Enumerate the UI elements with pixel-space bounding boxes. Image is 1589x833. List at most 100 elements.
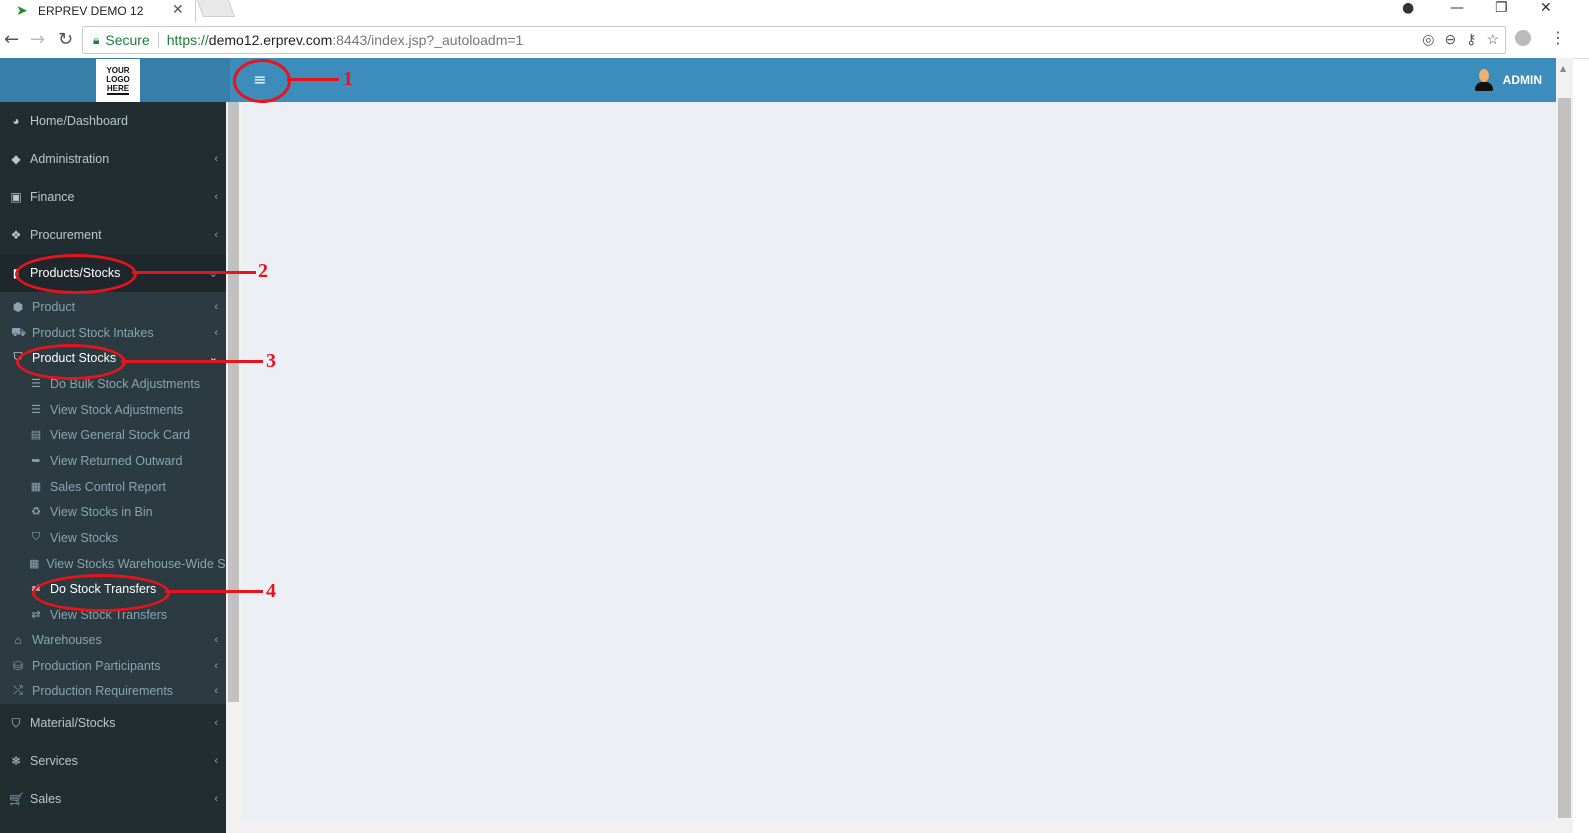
sidebar-item-finance[interactable]: ▣ Finance ‹ bbox=[0, 178, 226, 216]
logo-line: LOGO bbox=[106, 75, 130, 84]
reload-icon[interactable]: ↻ bbox=[58, 29, 73, 50]
annotation-line-3 bbox=[121, 360, 263, 363]
chevron-left-icon: ‹ bbox=[214, 793, 218, 805]
submenu-item-label: View Returned Outward bbox=[50, 453, 183, 468]
user-name: ADMIN bbox=[1502, 73, 1542, 87]
home-icon: ⌂ bbox=[14, 632, 22, 647]
logo-line: YOUR bbox=[106, 66, 130, 75]
submenu-item-label: Production Requirements bbox=[32, 683, 174, 698]
restore-icon[interactable]: ❐ bbox=[1495, 0, 1508, 16]
submenu-item-label: View Stock Adjustments bbox=[50, 402, 184, 417]
submenu-item-production-requirements[interactable]: ⤮ Production Requirements ‹ bbox=[0, 678, 226, 703]
annotation-number-4: 4 bbox=[266, 580, 276, 602]
submenu-item-warehouses[interactable]: ⌂ Warehouses ‹ bbox=[0, 627, 226, 652]
newspaper-icon: ▦ bbox=[30, 481, 42, 493]
sidebar-item-material-stocks[interactable]: ⛉ Material/Stocks ‹ bbox=[0, 704, 226, 742]
submenu-item-view-general-stock-card[interactable]: ▤ View General Stock Card bbox=[0, 422, 226, 447]
truck-icon: ⛟ bbox=[11, 324, 27, 339]
submenu-item-product[interactable]: ⬢ Product ‹ bbox=[0, 294, 226, 319]
cart-icon: 🛒 bbox=[9, 792, 24, 806]
submenu-item-label: View General Stock Card bbox=[50, 427, 191, 442]
chevron-left-icon: ‹ bbox=[214, 191, 218, 203]
submenu-item-label: Product Stock Intakes bbox=[32, 325, 154, 340]
submenu-item-product-stock-intakes[interactable]: ⛟ Product Stock Intakes ‹ bbox=[0, 320, 226, 345]
submenu-item-view-stocks-warehouse-wide-sheet[interactable]: ▦ View Stocks Warehouse-Wide Sheet bbox=[0, 551, 226, 576]
chevron-left-icon: ‹ bbox=[214, 229, 218, 241]
forward-icon[interactable]: → bbox=[30, 29, 45, 50]
annotation-ellipse-3 bbox=[16, 344, 126, 380]
recycle-icon: ♻ bbox=[31, 506, 41, 518]
file-icon: ▤ bbox=[30, 429, 42, 441]
tag-icon: ◆ bbox=[11, 152, 21, 166]
main-content bbox=[241, 102, 1556, 820]
minimize-icon[interactable]: — bbox=[1450, 0, 1464, 16]
annotation-ellipse-4 bbox=[32, 574, 170, 612]
browser-tab[interactable]: ➤ ERPREV DEMO 12 ✕ bbox=[0, 0, 196, 22]
browser-toolbar: ← → ↻ 🔒︎ Secure https:// demo12.erprev.c… bbox=[0, 22, 1589, 59]
erprev-favicon-icon: ➤ bbox=[16, 3, 28, 19]
annotation-number-3: 3 bbox=[266, 350, 276, 372]
submenu-item-label: Warehouses bbox=[32, 632, 102, 647]
exchange-icon: ⇄ bbox=[31, 609, 41, 621]
sidebar-item-home-dashboard[interactable]: ◕ Home/Dashboard bbox=[0, 102, 226, 140]
chevron-left-icon: ‹ bbox=[214, 684, 218, 697]
sidebar-item-sales[interactable]: 🛒 Sales ‹ bbox=[0, 780, 226, 818]
sidebar-item-administration[interactable]: ◆ Administration ‹ bbox=[0, 140, 226, 178]
submenu-item-sales-control-report[interactable]: ▦ Sales Control Report bbox=[0, 474, 226, 499]
submenu-item-label: View Stocks in Bin bbox=[50, 504, 153, 519]
sidebar-item-services[interactable]: ❄ Services ‹ bbox=[0, 742, 226, 780]
submenu-item-label: Production Participants bbox=[32, 658, 161, 673]
sidebar-item-label: Home/Dashboard bbox=[30, 114, 128, 128]
new-tab-button[interactable] bbox=[196, 0, 236, 17]
extension-icon[interactable] bbox=[1515, 30, 1531, 46]
submenu-item-production-participants[interactable]: ⛁ Production Participants ‹ bbox=[0, 653, 226, 678]
user-menu[interactable]: ADMIN bbox=[1474, 69, 1542, 91]
sidebar-scrollbar[interactable] bbox=[226, 102, 241, 833]
scroll-up-icon[interactable]: ▲ bbox=[1560, 64, 1566, 73]
newspaper-icon: ▦ bbox=[29, 558, 40, 570]
sidebar-item-label: Finance bbox=[30, 190, 75, 204]
close-window-icon[interactable]: ✕ bbox=[1540, 0, 1552, 16]
back-icon[interactable]: ← bbox=[4, 29, 19, 50]
bucket-icon: ⛉ bbox=[11, 715, 21, 730]
browser-tab-bar: ➤ ERPREV DEMO 12 ✕ ● — ❐ ✕ bbox=[0, 0, 1589, 22]
chevron-left-icon: ‹ bbox=[214, 153, 218, 165]
submenu-item-view-stocks-in-bin[interactable]: ♻ View Stocks in Bin bbox=[0, 499, 226, 524]
chevron-left-icon: ‹ bbox=[214, 659, 218, 672]
annotation-ellipse-2 bbox=[15, 254, 137, 294]
sidebar-item-label: Services bbox=[30, 754, 78, 768]
share-icon: ➥ bbox=[31, 455, 41, 467]
submenu-item-label: Sales Control Report bbox=[50, 479, 167, 494]
zoom-out-icon[interactable]: ⊖ bbox=[1444, 31, 1456, 48]
submenu-item-view-stocks[interactable]: ⛉ View Stocks bbox=[0, 525, 226, 550]
page-scrollbar[interactable]: ▲ bbox=[1556, 58, 1573, 833]
tasks-icon: ☰ bbox=[31, 404, 41, 416]
sidebar-item-label: Procurement bbox=[30, 228, 102, 242]
cube-icon: ⬢ bbox=[12, 299, 24, 314]
submenu-item-view-returned-outward[interactable]: ➥ View Returned Outward bbox=[0, 448, 226, 473]
bookmark-star-icon[interactable]: ☆ bbox=[1486, 31, 1499, 48]
avatar bbox=[1474, 69, 1493, 91]
sidebar-item-label: Material/Stocks bbox=[30, 716, 116, 730]
sidebar-item-procurement[interactable]: ❖ Procurement ‹ bbox=[0, 216, 226, 254]
annotation-number-2: 2 bbox=[258, 260, 268, 282]
company-logo[interactable]: YOUR LOGO HERE bbox=[96, 59, 140, 102]
chevron-left-icon: ‹ bbox=[214, 717, 218, 729]
lock-icon: 🔒︎ bbox=[93, 32, 100, 47]
profile-icon[interactable]: ● bbox=[1402, 0, 1414, 16]
close-tab-icon[interactable]: ✕ bbox=[172, 2, 184, 18]
submenu-item-label: Product bbox=[32, 299, 76, 314]
sidebar-scrollbar-thumb[interactable] bbox=[228, 102, 239, 702]
browser-menu-icon[interactable]: ⋮ bbox=[1550, 28, 1566, 47]
separator bbox=[157, 32, 159, 48]
annotation-line-4 bbox=[165, 590, 263, 593]
submenu-item-view-stock-adjustments[interactable]: ☰ View Stock Adjustments bbox=[0, 397, 226, 422]
location-icon[interactable]: ◎ bbox=[1422, 31, 1434, 48]
money-icon: ▣ bbox=[10, 190, 22, 204]
horizontal-scrollbar[interactable] bbox=[226, 820, 1556, 833]
key-icon[interactable]: ⚷ bbox=[1466, 31, 1476, 48]
chevron-left-icon: ‹ bbox=[214, 300, 218, 313]
address-bar[interactable]: 🔒︎ Secure https:// demo12.erprev.com :84… bbox=[82, 26, 1506, 54]
gift-icon: ⛁ bbox=[12, 658, 24, 673]
page-scrollbar-thumb[interactable] bbox=[1558, 98, 1571, 818]
